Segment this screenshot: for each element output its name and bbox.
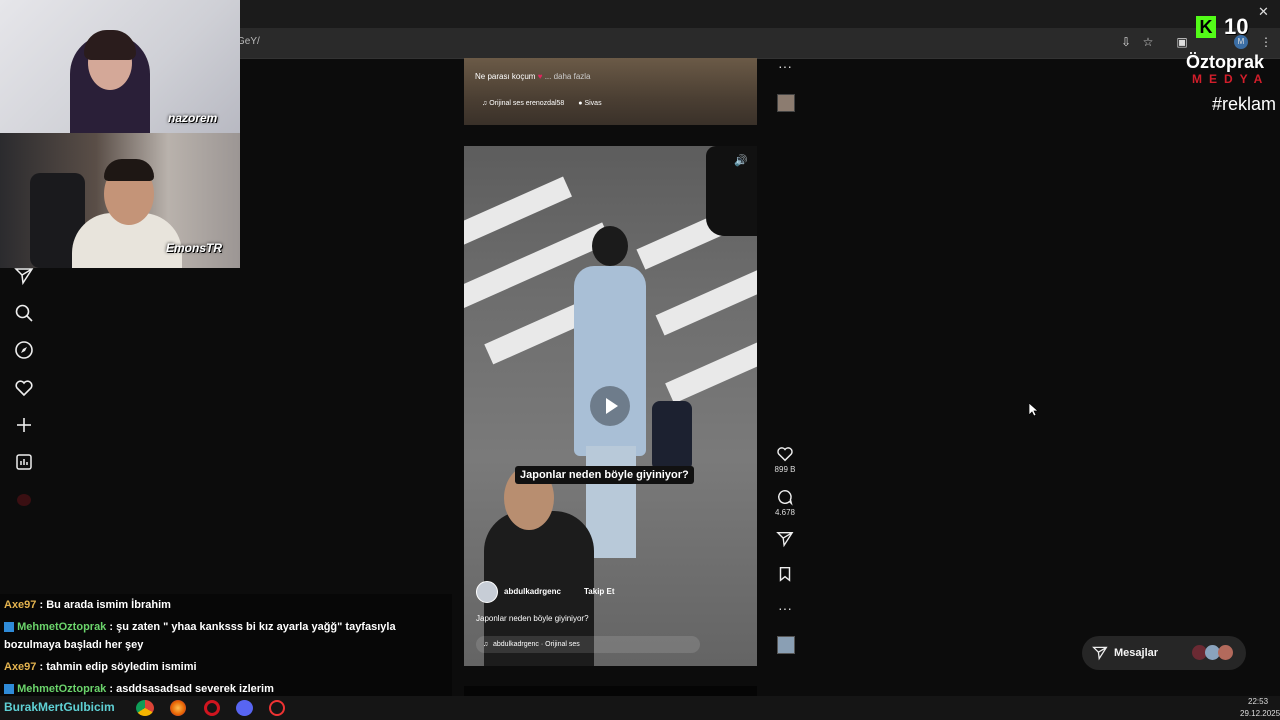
- firefox-icon[interactable]: [170, 700, 186, 716]
- brand-name: Öztoprak: [1186, 52, 1265, 72]
- parked-car: [706, 146, 757, 236]
- prev-post-meta: ♫ Orijinal ses erenozdal58 ● Sivas: [482, 100, 602, 107]
- creator-avatar[interactable]: [476, 581, 498, 603]
- chat-message: Axe97 : tahmin edip söyledim ismimi: [0, 656, 452, 678]
- badge-icon: [4, 622, 14, 633]
- share-icon[interactable]: [776, 530, 794, 548]
- walking-person-legs: [586, 446, 636, 558]
- video-description: Japonlar neden böyle giyiniyor?: [476, 614, 589, 623]
- window-close-button[interactable]: ✕: [1258, 4, 1269, 20]
- discord-icon[interactable]: [236, 700, 253, 716]
- cam2-label: EmonsTR: [166, 241, 223, 255]
- clock-date: 29.12.2025: [1240, 709, 1280, 718]
- prev-post-caption-line: Ne parası koçum ♥ ... daha fazla: [475, 72, 591, 81]
- music-note-icon: ♫: [483, 641, 489, 648]
- chat-text: : Bu arada ismim İbrahim: [39, 599, 171, 611]
- streamer-hair: [84, 30, 136, 60]
- volume-icon[interactable]: 🔊: [734, 154, 748, 167]
- extensions-icon[interactable]: ▣: [1175, 35, 1189, 49]
- kick-counter: 10: [1224, 14, 1249, 39]
- comment-icon[interactable]: [776, 488, 794, 506]
- video-audio[interactable]: abdulkadrgenc · Orijinal ses: [493, 641, 580, 648]
- url-text: GeY/: [237, 36, 260, 47]
- mouse-cursor-icon: [1029, 403, 1039, 417]
- taskbar: [0, 696, 1280, 720]
- search-icon[interactable]: [14, 303, 34, 323]
- chat-username: BurakMertGulbicim: [4, 700, 115, 714]
- save-icon[interactable]: [776, 565, 794, 583]
- like-icon[interactable]: [776, 445, 794, 463]
- walking-person: [574, 266, 646, 456]
- profile-avatar-small[interactable]: [17, 494, 31, 506]
- webcam-bottom: EmonsTR: [0, 133, 240, 268]
- jacket-in-hand: [652, 401, 692, 471]
- install-app-icon[interactable]: ⇩: [1119, 35, 1133, 49]
- like-count: 899 B: [774, 465, 796, 474]
- creator-username[interactable]: abdulkadrgenc: [504, 587, 561, 596]
- messages-button[interactable]: Mesajlar: [1082, 636, 1246, 670]
- browser-menu-icon[interactable]: ⋮: [1259, 35, 1273, 49]
- send-icon[interactable]: [14, 266, 34, 286]
- chat-username: Axe97: [4, 599, 37, 611]
- dashboard-icon[interactable]: [14, 452, 34, 472]
- music-note-icon: ♫: [482, 100, 488, 107]
- brand-sub: MEDYA: [1192, 72, 1270, 86]
- play-button[interactable]: [590, 386, 630, 426]
- chat-message: BurakMertGulbicim: [4, 700, 115, 714]
- crosswalk-stripe: [655, 258, 757, 336]
- next-post-edge: [464, 686, 757, 696]
- chat-message: MehmetOztoprak : şu zaten " yhaa kanksss…: [0, 616, 452, 656]
- walking-person-head: [592, 226, 628, 266]
- play-icon: [606, 398, 618, 414]
- crosswalk-stripe: [665, 330, 757, 404]
- prev-location[interactable]: Sivas: [584, 100, 601, 107]
- webcam-top: nazorem: [0, 0, 240, 133]
- chat-username: Axe97: [4, 661, 37, 673]
- opera-icon[interactable]: [204, 700, 220, 716]
- location-pin-icon: ●: [578, 100, 583, 107]
- heart-emoji-icon: ♥: [537, 72, 543, 81]
- hashtag-text: #reklam: [1212, 94, 1277, 114]
- more-options-icon[interactable]: ···: [778, 600, 792, 616]
- send-icon: [1092, 646, 1108, 661]
- chat-username: MehmetOztoprak: [17, 621, 107, 633]
- more-link[interactable]: ... daha fazla: [545, 72, 591, 81]
- chat-username: MehmetOztoprak: [17, 683, 107, 695]
- prev-audio-user[interactable]: erenozdal58: [526, 100, 565, 107]
- audio-thumbnail[interactable]: [777, 636, 795, 654]
- taskbar-app-icon[interactable]: [136, 700, 154, 716]
- previous-post-media: Ne parası koçum ♥ ... daha fazla ♫ Oriji…: [464, 58, 757, 125]
- chat-message: Axe97 : Bu arada ismim İbrahim: [0, 594, 452, 616]
- prev-caption: Ne parası koçum: [475, 72, 536, 81]
- comment-count: 4.678: [774, 508, 796, 517]
- follow-button[interactable]: Takip Et: [584, 587, 615, 596]
- chat-text: : asddsasadsad severek izlerim: [109, 683, 274, 695]
- kick-logo: K: [1196, 16, 1216, 38]
- contact-avatar: [1218, 645, 1233, 660]
- messages-label: Mesajlar: [1114, 647, 1159, 659]
- prev-post-avatar[interactable]: [777, 94, 795, 112]
- video-overlay-text: Japonlar neden böyle giyiniyor?: [515, 466, 694, 484]
- bookmark-star-icon[interactable]: ☆: [1141, 35, 1155, 49]
- more-options-icon[interactable]: ···: [778, 58, 792, 74]
- prev-audio[interactable]: Orijinal ses: [489, 100, 524, 107]
- streamer-hair: [104, 159, 154, 181]
- heart-icon[interactable]: [14, 378, 34, 398]
- clock-time: 22:53: [1248, 697, 1269, 706]
- explore-icon[interactable]: [14, 340, 34, 360]
- app-icon[interactable]: [269, 700, 285, 716]
- create-icon[interactable]: [14, 415, 34, 435]
- badge-icon: [4, 684, 14, 695]
- chat-text: : tahmin edip söyledim ismimi: [39, 661, 197, 673]
- cam1-label: nazorem: [168, 111, 218, 125]
